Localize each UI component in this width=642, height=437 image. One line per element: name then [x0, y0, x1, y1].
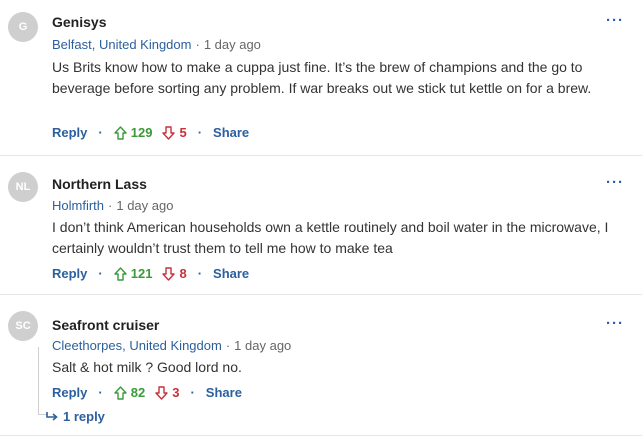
thread-line — [38, 347, 39, 414]
comment-author[interactable]: Northern Lass — [52, 176, 147, 192]
comment: NL Northern Lass Holmfirth · 1 day ago I d… — [0, 156, 642, 294]
downvote-button[interactable]: 3 — [155, 385, 179, 400]
action-separator: · — [197, 125, 203, 140]
comment: SC Seafront cruiser Cleethorpes, United … — [0, 295, 642, 437]
downvote-button[interactable]: 8 — [162, 266, 187, 281]
action-separator: · — [98, 385, 103, 400]
downvote-count: 3 — [172, 385, 180, 400]
action-separator: · — [98, 125, 103, 140]
comment-actions: Reply · 129 5 · Share — [52, 125, 249, 140]
arrow-down-icon — [155, 385, 168, 400]
arrow-down-icon — [162, 266, 176, 281]
comment-actions: Reply · 82 3 · Share — [52, 385, 242, 400]
comment-text: Salt & hot milk ? Good lord no. — [52, 359, 242, 375]
meta-separator: · — [225, 338, 231, 353]
upvote-button[interactable]: 129 — [114, 125, 153, 140]
upvote-button[interactable]: 121 — [114, 266, 153, 281]
more-options-icon[interactable]: ··· — [606, 315, 624, 332]
comment-time: 1 day ago — [234, 338, 292, 353]
meta-separator: · — [108, 198, 113, 213]
downvote-count: 5 — [179, 125, 187, 140]
avatar[interactable]: SC — [8, 311, 38, 341]
reply-button[interactable]: Reply — [52, 266, 87, 281]
comment-meta: Belfast, United Kingdom · 1 day ago — [52, 37, 261, 52]
reply-arrow-icon — [46, 412, 58, 421]
action-separator: · — [98, 266, 103, 281]
upvote-count: 121 — [130, 266, 153, 281]
avatar[interactable]: G — [8, 12, 38, 42]
share-button[interactable]: Share — [206, 385, 242, 400]
action-separator: · — [197, 266, 203, 281]
comment-meta: Cleethorpes, United Kingdom · 1 day ago — [52, 338, 291, 353]
comment-time: 1 day ago — [203, 37, 261, 52]
upvote-count: 82 — [130, 385, 146, 400]
comment-author[interactable]: Genisys — [52, 14, 106, 30]
reply-button[interactable]: Reply — [52, 125, 87, 140]
comment-location[interactable]: Holmfirth — [52, 198, 104, 213]
arrow-up-icon — [114, 125, 127, 140]
action-separator: · — [190, 385, 195, 400]
share-button[interactable]: Share — [213, 266, 249, 281]
comment-time: 1 day ago — [116, 198, 174, 213]
downvote-count: 8 — [179, 266, 187, 281]
comment-location[interactable]: Cleethorpes, United Kingdom — [52, 338, 222, 353]
meta-separator: · — [195, 37, 200, 52]
avatar[interactable]: NL — [8, 172, 38, 202]
comment: G Genisys Belfast, United Kingdom · 1 day … — [0, 0, 642, 155]
replies-count: 1 reply — [63, 409, 105, 424]
arrow-up-icon — [114, 385, 127, 400]
comment-text: I don’t think American households own a … — [52, 219, 609, 256]
share-button[interactable]: Share — [213, 125, 249, 140]
downvote-button[interactable]: 5 — [162, 125, 187, 140]
arrow-down-icon — [162, 125, 176, 140]
divider — [0, 435, 642, 436]
reply-button[interactable]: Reply — [52, 385, 87, 400]
comment-meta: Holmfirth · 1 day ago — [52, 198, 173, 213]
more-options-icon[interactable]: ··· — [606, 174, 624, 191]
view-replies-link[interactable]: 1 reply — [46, 409, 105, 424]
comment-author[interactable]: Seafront cruiser — [52, 317, 159, 333]
comment-actions: Reply · 121 8 · Share — [52, 266, 249, 281]
more-options-icon[interactable]: ··· — [606, 12, 624, 29]
comment-text: Us Brits know how to make a cuppa just f… — [52, 59, 592, 96]
comment-location[interactable]: Belfast, United Kingdom — [52, 37, 191, 52]
upvote-count: 129 — [130, 125, 153, 140]
upvote-button[interactable]: 82 — [114, 385, 145, 400]
arrow-up-icon — [114, 266, 127, 281]
